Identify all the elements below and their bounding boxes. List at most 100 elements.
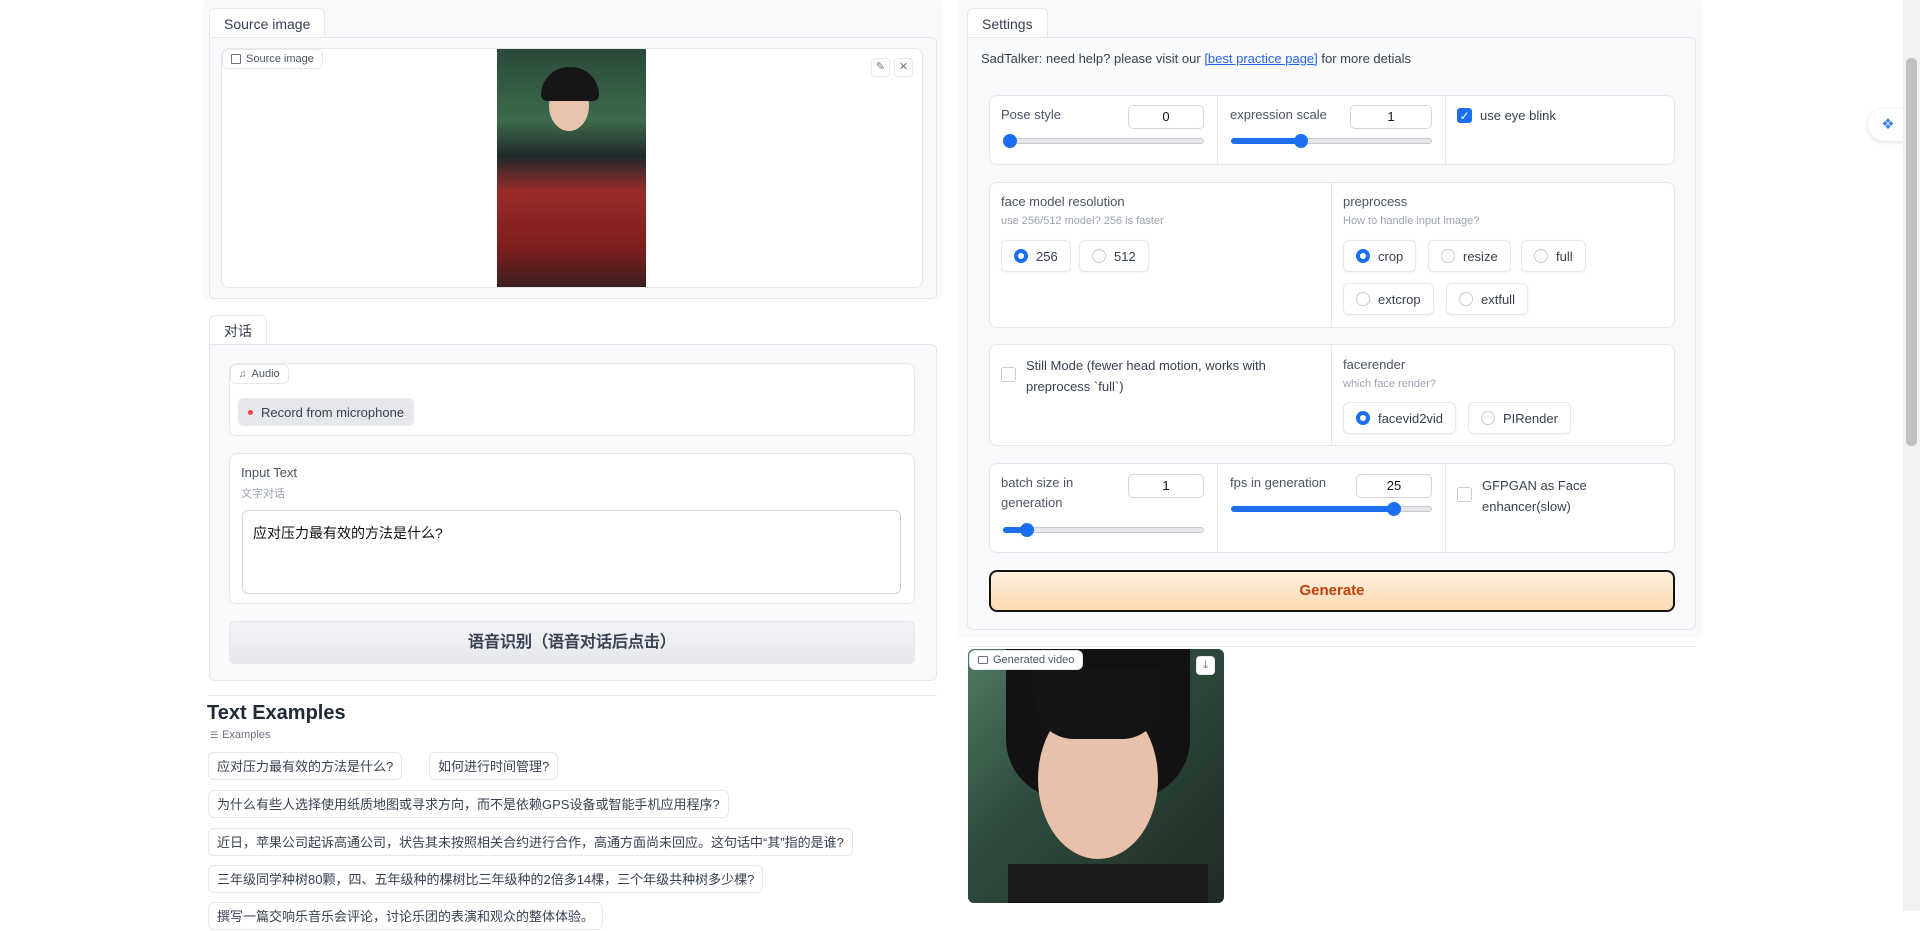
divider [967, 646, 1696, 647]
generate-button-label: Generate [1299, 582, 1365, 599]
source-image-label-text: Source image [246, 53, 314, 65]
image-icon [231, 54, 241, 64]
divider [1445, 464, 1446, 552]
generated-video[interactable] [968, 649, 1224, 903]
divider [1331, 183, 1332, 327]
radio-selected-icon [1356, 411, 1370, 425]
best-practice-link[interactable]: [best practice page] [1204, 51, 1317, 66]
examples-label: ☰ Examples [210, 729, 270, 741]
expression-scale-slider-handle[interactable] [1294, 134, 1308, 148]
source-image-label: Source image [222, 49, 323, 69]
expression-scale-fill [1231, 138, 1301, 144]
preprocess-info: How to handle input image? [1343, 215, 1480, 227]
preprocess-extfull-label: extfull [1481, 291, 1515, 307]
tab-settings[interactable]: Settings [967, 8, 1048, 38]
download-icon[interactable]: ⤓ [1196, 656, 1215, 675]
divider [1217, 96, 1218, 164]
radio-icon [1092, 249, 1106, 263]
radio-icon [1534, 249, 1548, 263]
gfpgan-option[interactable]: GFPGAN as Face enhancer(slow) [1457, 475, 1657, 517]
preprocess-label: preprocess [1343, 194, 1408, 209]
portrait-hair [541, 67, 599, 101]
video-collar [1008, 864, 1208, 903]
expression-scale-label: expression scale [1230, 107, 1327, 122]
divider [1217, 464, 1218, 552]
gfpgan-checkbox[interactable] [1457, 487, 1472, 502]
radio-selected-icon [1014, 249, 1028, 263]
face-res-256[interactable]: 256 [1001, 240, 1071, 272]
radio-selected-icon [1356, 249, 1370, 263]
example-item[interactable]: 撰写一篇交响乐音乐会评论，讨论乐团的表演和观众的整体体验。 [208, 902, 604, 930]
still-mode-option[interactable]: Still Mode (fewer head motion, works wit… [1001, 355, 1301, 397]
audio-label: ♫ Audio [230, 364, 289, 384]
asr-button-label: 语音识别（语音对话后点击） [467, 634, 676, 651]
preprocess-extfull[interactable]: extfull [1446, 283, 1528, 315]
preprocess-extcrop-label: extcrop [1378, 291, 1421, 307]
input-text-value: 应对压力最有效的方法是什么? [253, 525, 443, 541]
example-item[interactable]: 如何进行时间管理? [429, 752, 559, 780]
video-bangs [1034, 669, 1162, 739]
input-text-label: Input Text [241, 465, 298, 480]
example-item[interactable]: 三年级同学种树80颗，四、五年级种的棵树比三年级种的2倍多14棵，三个年级共种树… [208, 865, 764, 893]
still-mode-checkbox[interactable] [1001, 367, 1016, 382]
fps-input[interactable]: 25 [1356, 474, 1432, 498]
tab-source-image[interactable]: Source image [209, 8, 326, 38]
batch-size-slider-handle[interactable] [1020, 523, 1034, 537]
edit-icon[interactable]: ✎ [871, 58, 890, 77]
pose-style-label: Pose style [1001, 107, 1061, 122]
preprocess-extcrop[interactable]: extcrop [1343, 283, 1434, 315]
input-text-field[interactable]: 应对压力最有效的方法是什么? [242, 510, 901, 594]
facerender-info: which face render? [1343, 378, 1436, 390]
eye-blink-option[interactable]: ✓ use eye blink [1457, 108, 1556, 123]
example-item[interactable]: 近日，苹果公司起诉高通公司，状告其未按照相关合约进行合作，高通方面尚未回应。这句… [208, 828, 853, 856]
help-text: SadTalker: need help? please visit our [… [981, 51, 1411, 66]
floating-assistant-icon[interactable]: ❖ [1868, 109, 1908, 141]
tab-dialog[interactable]: 对话 [209, 315, 267, 345]
facerender-pirender[interactable]: PIRender [1468, 402, 1571, 434]
preprocess-full[interactable]: full [1521, 240, 1586, 272]
preprocess-full-label: full [1556, 248, 1573, 264]
preprocess-crop-label: crop [1378, 248, 1404, 264]
source-portrait-image [497, 49, 646, 287]
gfpgan-label: GFPGAN as Face enhancer(slow) [1482, 478, 1587, 514]
radio-icon [1441, 249, 1455, 263]
input-text-info: 文字对话 [241, 488, 285, 500]
generate-button[interactable]: Generate [989, 570, 1675, 612]
page-scrollbar-thumb[interactable] [1906, 58, 1917, 446]
video-camera-icon [978, 656, 988, 664]
generated-video-label-text: Generated video [993, 654, 1075, 666]
batch-size-label: batch size in generation [1001, 475, 1074, 510]
example-item[interactable]: 应对压力最有效的方法是什么? [208, 752, 403, 780]
face-res-256-label: 256 [1036, 248, 1058, 264]
pose-style-slider[interactable] [1003, 138, 1204, 144]
close-icon[interactable]: ✕ [894, 58, 913, 77]
divider [1445, 96, 1446, 164]
list-icon: ☰ [210, 729, 219, 740]
divider [1331, 345, 1332, 445]
radio-icon [1356, 292, 1370, 306]
preprocess-crop[interactable]: crop [1343, 240, 1417, 272]
music-note-icon: ♫ [239, 368, 247, 380]
record-dot-icon [248, 409, 253, 415]
eye-blink-checkbox[interactable]: ✓ [1457, 108, 1472, 123]
facerender-facevid2vid-label: facevid2vid [1378, 410, 1444, 426]
example-item[interactable]: 为什么有些人选择使用纸质地图或寻求方向，而不是依赖GPS设备或智能手机应用程序? [208, 790, 729, 818]
generated-video-label: Generated video [969, 650, 1084, 670]
fps-label: fps in generation [1230, 475, 1327, 490]
expression-scale-input[interactable]: 1 [1350, 105, 1432, 129]
divider [209, 695, 937, 696]
facerender-label: facerender [1343, 357, 1406, 372]
help-suffix: for more detials [1317, 51, 1411, 66]
pose-style-input[interactable]: 0 [1128, 105, 1204, 129]
radio-icon [1481, 411, 1495, 425]
preprocess-resize[interactable]: resize [1428, 240, 1511, 272]
fps-slider-handle[interactable] [1387, 502, 1401, 516]
batch-size-input[interactable]: 1 [1128, 474, 1204, 498]
record-button[interactable]: Record from microphone [238, 398, 415, 426]
help-prefix: SadTalker: need help? please visit our [981, 51, 1205, 66]
pose-style-slider-handle[interactable] [1003, 134, 1017, 148]
face-res-512[interactable]: 512 [1079, 240, 1149, 272]
audio-label-text: Audio [251, 368, 280, 380]
asr-button[interactable]: 语音识别（语音对话后点击） [229, 621, 915, 664]
facerender-facevid2vid[interactable]: facevid2vid [1343, 402, 1457, 434]
